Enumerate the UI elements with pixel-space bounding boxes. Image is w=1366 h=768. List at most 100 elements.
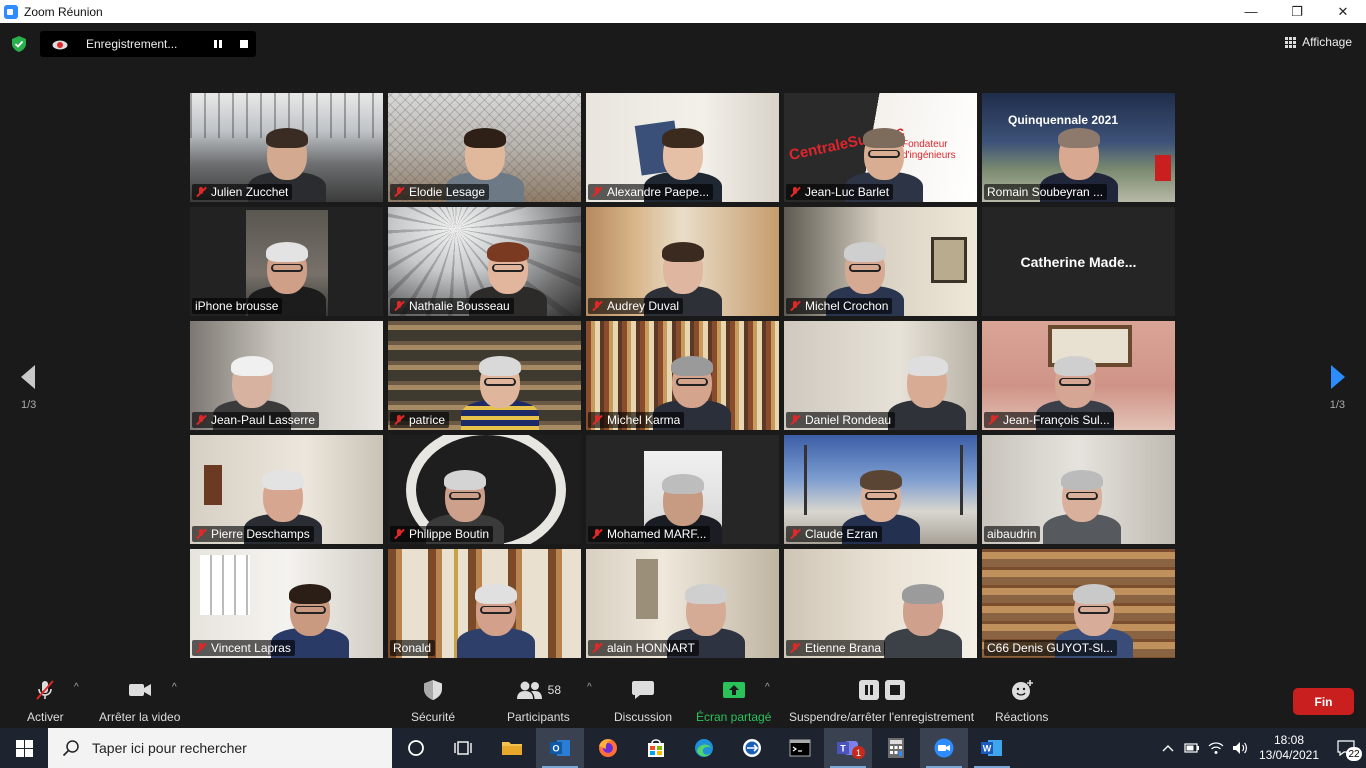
video-tile[interactable]: Daniel Rondeau xyxy=(784,321,977,430)
share-options-caret[interactable]: ^ xyxy=(765,682,770,693)
search-icon xyxy=(62,740,79,757)
chevron-up-icon xyxy=(1162,745,1174,752)
video-tile[interactable]: Etienne Brana xyxy=(784,549,977,658)
terminal-icon xyxy=(789,739,811,757)
participant-name: Julien Zucchet xyxy=(211,185,289,199)
teams-notification-badge: 1 xyxy=(852,746,865,759)
close-button[interactable]: ✕ xyxy=(1320,0,1366,23)
audio-options-caret[interactable]: ^ xyxy=(74,682,79,693)
tray-overflow-chevron[interactable] xyxy=(1156,744,1180,752)
video-tile[interactable]: Audrey Duval xyxy=(586,207,779,316)
video-options-caret[interactable]: ^ xyxy=(172,682,177,693)
video-tile[interactable]: aibaudrin xyxy=(982,435,1175,544)
taskbar-teamviewer[interactable] xyxy=(728,728,776,768)
reactions-button[interactable]: Réactions xyxy=(995,678,1048,724)
meeting-toolbar: Activer ^ Arrêter la video ^ Sécurité 58… xyxy=(0,672,1366,728)
unmute-button[interactable]: Activer xyxy=(27,678,64,724)
video-tile[interactable]: Jean-François Sul... xyxy=(982,321,1175,430)
participant-name: Michel Crochon xyxy=(805,299,889,313)
video-tile[interactable]: Pierre Deschamps xyxy=(190,435,383,544)
security-button[interactable]: Sécurité xyxy=(411,678,455,724)
task-view-button[interactable] xyxy=(440,728,488,768)
taskbar-zoom[interactable] xyxy=(920,728,968,768)
video-tile[interactable]: Claude Ezran xyxy=(784,435,977,544)
system-tray: 18:08 13/04/2021 22 xyxy=(1156,728,1366,768)
muted-mic-icon xyxy=(789,414,801,426)
volume-indicator[interactable] xyxy=(1228,741,1252,755)
video-tile[interactable]: Vincent Lapras xyxy=(190,549,383,658)
video-tile[interactable]: Julien Zucchet xyxy=(190,93,383,202)
outlook-icon: O xyxy=(550,740,570,756)
muted-mic-icon xyxy=(393,528,405,540)
muted-mic-icon xyxy=(789,642,801,654)
video-tile[interactable]: Ronald xyxy=(388,549,581,658)
participants-label: Participants xyxy=(507,710,570,724)
next-page-icon[interactable] xyxy=(1321,362,1351,392)
video-tile[interactable]: patrice xyxy=(388,321,581,430)
view-label: Affichage xyxy=(1302,35,1352,49)
firefox-icon xyxy=(599,739,617,757)
taskbar-word[interactable]: W xyxy=(968,728,1016,768)
video-tile[interactable]: C66 Denis GUYOT-Sl... xyxy=(982,549,1175,658)
taskbar-terminal[interactable] xyxy=(776,728,824,768)
muted-mic-icon xyxy=(591,642,603,654)
taskbar-store[interactable] xyxy=(632,728,680,768)
taskbar-firefox[interactable] xyxy=(584,728,632,768)
participant-name: Vincent Lapras xyxy=(211,641,291,655)
taskbar-edge[interactable] xyxy=(680,728,728,768)
unmute-label: Activer xyxy=(27,710,64,724)
taskbar-search-box[interactable]: Taper ici pour rechercher xyxy=(48,728,392,768)
participant-name: aibaudrin xyxy=(987,527,1037,541)
stop-recording-icon[interactable] xyxy=(238,38,250,50)
participant-name: Jean-François Sul... xyxy=(1003,413,1110,427)
taskbar-teams[interactable]: T 1 xyxy=(824,728,872,768)
video-tile[interactable]: Jean-Paul Lasserre xyxy=(190,321,383,430)
participants-options-caret[interactable]: ^ xyxy=(587,682,592,693)
restore-button[interactable]: ❐ xyxy=(1274,0,1320,23)
participant-name: Alexandre Paepe... xyxy=(607,185,710,199)
video-tile[interactable]: Elodie Lesage xyxy=(388,93,581,202)
stop-video-button[interactable]: Arrêter la video xyxy=(99,678,180,724)
cortana-button[interactable] xyxy=(392,728,440,768)
video-tile[interactable]: Philippe Boutin xyxy=(388,435,581,544)
security-shield-icon[interactable] xyxy=(12,36,26,52)
pause-stop-recording-button[interactable]: Suspendre/arrêter l'enregistrement xyxy=(789,678,974,724)
muted-mic-icon xyxy=(987,414,999,426)
participant-name: Etienne Brana xyxy=(805,641,882,655)
taskbar-outlook[interactable]: O xyxy=(536,728,584,768)
svg-text:W: W xyxy=(983,744,992,754)
video-tile[interactable]: Michel Crochon xyxy=(784,207,977,316)
end-meeting-button[interactable]: Fin xyxy=(1293,688,1354,715)
recording-indicator: Enregistrement... xyxy=(40,31,256,57)
previous-page-icon[interactable] xyxy=(15,362,45,392)
video-tile-active-speaker[interactable]: iPhone brousse xyxy=(190,207,383,316)
edge-icon xyxy=(695,739,713,757)
share-screen-button[interactable]: Écran partagé xyxy=(696,678,771,724)
grid-view-icon xyxy=(1285,36,1297,48)
video-tile[interactable]: Nathalie Bousseau xyxy=(388,207,581,316)
action-center-button[interactable]: 22 xyxy=(1326,728,1366,768)
network-indicator[interactable] xyxy=(1204,741,1228,755)
pause-recording-icon[interactable] xyxy=(212,38,224,50)
video-tile-no-camera[interactable]: Catherine Made... xyxy=(982,207,1175,316)
video-tile[interactable]: CentraleSupélec Fondateur d'ingénieurs J… xyxy=(784,93,977,202)
participants-button[interactable]: 58 Participants xyxy=(507,678,570,724)
minimize-button[interactable]: — xyxy=(1228,0,1274,23)
view-button[interactable]: Affichage xyxy=(1285,35,1352,49)
title-bar: Zoom Réunion — ❐ ✕ xyxy=(0,0,1366,23)
taskbar-file-explorer[interactable] xyxy=(488,728,536,768)
muted-mic-icon xyxy=(789,528,801,540)
wifi-icon xyxy=(1208,742,1224,754)
taskbar-calculator[interactable] xyxy=(872,728,920,768)
start-button[interactable] xyxy=(0,728,48,768)
battery-indicator[interactable] xyxy=(1180,743,1204,753)
video-tile[interactable]: alain HONNART xyxy=(586,549,779,658)
video-tile[interactable]: Michel Karma xyxy=(586,321,779,430)
video-tile[interactable]: Quinquennale 2021 Romain Soubeyran ... xyxy=(982,93,1175,202)
taskbar-clock[interactable]: 18:08 13/04/2021 xyxy=(1252,733,1326,763)
chat-button[interactable]: Discussion xyxy=(614,678,672,724)
video-tile[interactable]: Alexandre Paepe... xyxy=(586,93,779,202)
video-tile[interactable]: Mohamed MARF... xyxy=(586,435,779,544)
zoom-icon xyxy=(934,738,954,758)
muted-mic-icon xyxy=(591,186,603,198)
